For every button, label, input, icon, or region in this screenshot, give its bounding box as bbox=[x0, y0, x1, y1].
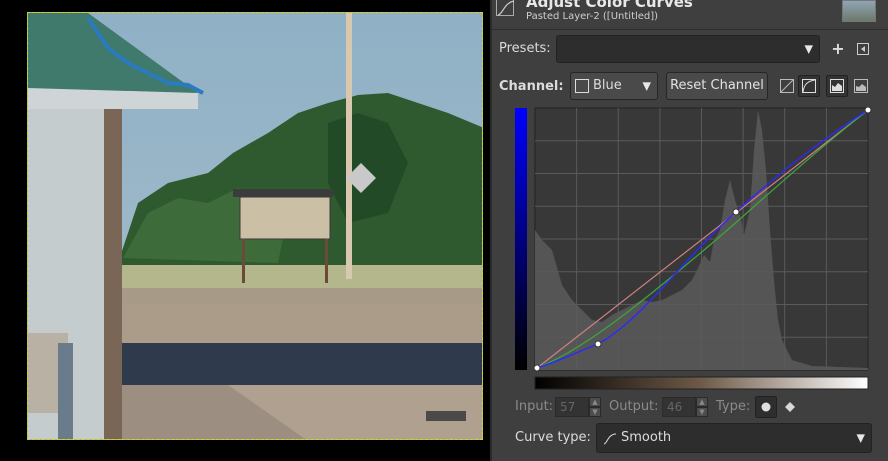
app-window: Adjust Color Curves Pasted Layer-2 ([Unt… bbox=[0, 0, 888, 461]
curves-dialog: Adjust Color Curves Pasted Layer-2 ([Unt… bbox=[490, 0, 888, 461]
layer-boundary[interactable] bbox=[27, 12, 483, 440]
photo-image bbox=[28, 13, 482, 439]
curve-graph[interactable] bbox=[492, 0, 888, 400]
output-gradient-bar bbox=[515, 108, 527, 370]
input-spin-field[interactable]: 57 bbox=[555, 397, 589, 417]
image-canvas[interactable] bbox=[0, 0, 490, 461]
curve-point[interactable] bbox=[864, 106, 872, 114]
input-increment-icon[interactable]: ▲ bbox=[589, 397, 601, 407]
curve-type-label: Curve type: bbox=[515, 430, 591, 445]
curve-point[interactable] bbox=[732, 208, 740, 216]
output-spin-field[interactable]: 46 bbox=[662, 397, 696, 417]
output-increment-icon[interactable]: ▲ bbox=[696, 397, 708, 407]
type-label: Type: bbox=[716, 399, 751, 414]
smooth-point-icon[interactable] bbox=[755, 396, 777, 418]
curve-type-combo[interactable]: Smooth ▼ bbox=[596, 423, 872, 453]
corner-point-icon[interactable] bbox=[779, 396, 801, 418]
curve-point[interactable] bbox=[594, 340, 602, 348]
output-label: Output: bbox=[609, 399, 659, 414]
input-gradient-bar bbox=[534, 376, 869, 390]
input-label: Input: bbox=[515, 399, 554, 414]
curve-point[interactable] bbox=[533, 364, 541, 372]
curve-type-value: Smooth bbox=[621, 430, 672, 445]
input-decrement-icon[interactable]: ▼ bbox=[589, 407, 601, 417]
output-decrement-icon[interactable]: ▼ bbox=[696, 407, 708, 417]
chevron-down-icon: ▼ bbox=[856, 431, 865, 445]
smooth-curve-icon bbox=[603, 431, 617, 450]
